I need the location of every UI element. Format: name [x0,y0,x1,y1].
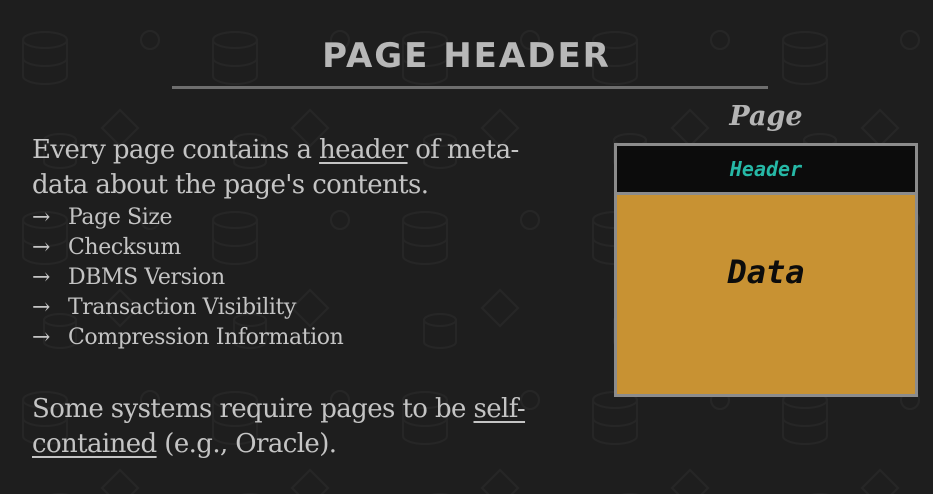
list-item: → Compression Information [32,323,572,353]
list-item: → Checksum [32,233,572,263]
slide: PAGE HEADER Every page contains a header… [0,0,933,494]
page-diagram-caption: Page [729,101,803,132]
arrow-icon: → [32,265,51,290]
header-fields-list: → Page Size → Checksum → DBMS Version → Tran… [32,203,572,353]
list-item-label: DBMS Version [68,265,225,290]
intro-paragraph: Every page contains a header of meta-dat… [32,133,572,203]
intro-text-start: Every page contains a [32,135,320,165]
arrow-icon: → [32,295,51,320]
outro-paragraph: Some systems require pages to be self-co… [32,392,572,462]
arrow-icon: → [32,325,51,350]
outro-text-start: Some systems require pages to be [32,394,474,424]
list-item-label: Transaction Visibility [68,295,297,320]
list-item-label: Compression Information [68,325,344,350]
slide-body: Every page contains a header of meta-dat… [32,133,572,353]
title-underline [172,86,768,89]
list-item: → Transaction Visibility [32,293,572,323]
outro-text-end: (e.g., Oracle). [156,429,337,459]
list-item: → DBMS Version [32,263,572,293]
page-header-block: Header [617,146,915,195]
list-item-label: Page Size [68,205,173,230]
page-data-block: Data [727,253,805,291]
page-diagram: Header Data [614,143,918,397]
header-term: header [319,135,408,165]
list-item-label: Checksum [68,235,181,260]
arrow-icon: → [32,235,51,260]
slide-title: PAGE HEADER [322,36,611,76]
arrow-icon: → [32,205,51,230]
list-item: → Page Size [32,203,572,233]
